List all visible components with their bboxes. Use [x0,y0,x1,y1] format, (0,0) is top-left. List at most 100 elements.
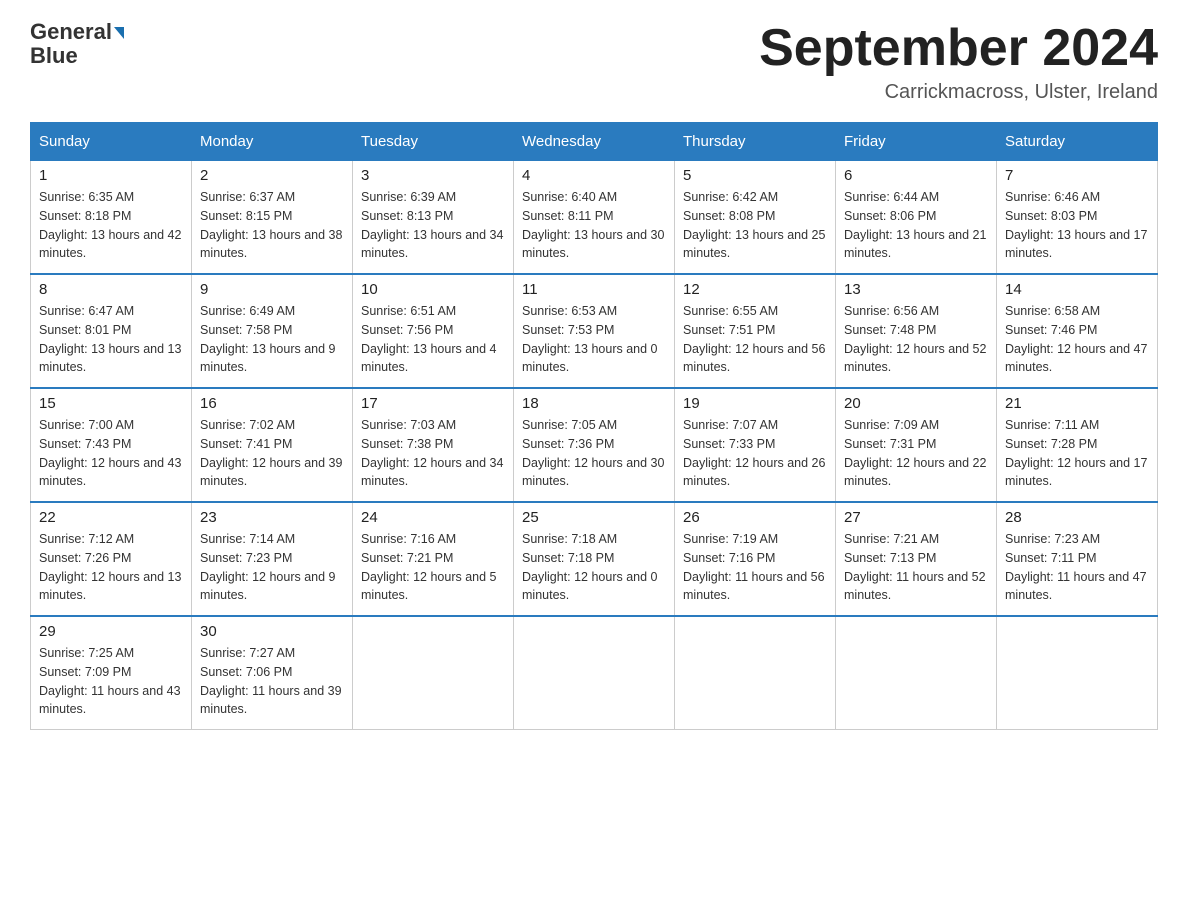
table-row: 20 Sunrise: 7:09 AM Sunset: 7:31 PM Dayl… [836,388,997,502]
col-friday: Friday [836,123,997,161]
day-number: 27 [844,509,988,526]
calendar-week-row: 8 Sunrise: 6:47 AM Sunset: 8:01 PM Dayli… [31,274,1158,388]
day-number: 8 [39,281,183,298]
table-row: 3 Sunrise: 6:39 AM Sunset: 8:13 PM Dayli… [353,161,514,275]
day-number: 16 [200,395,344,412]
table-row [836,616,997,730]
day-info: Sunrise: 6:58 AM Sunset: 7:46 PM Dayligh… [1005,302,1149,377]
logo-text-blue: Blue [30,43,78,68]
day-info: Sunrise: 7:05 AM Sunset: 7:36 PM Dayligh… [522,416,666,491]
table-row: 1 Sunrise: 6:35 AM Sunset: 8:18 PM Dayli… [31,161,192,275]
calendar-table: Sunday Monday Tuesday Wednesday Thursday… [30,122,1158,730]
day-number: 25 [522,509,666,526]
day-info: Sunrise: 7:07 AM Sunset: 7:33 PM Dayligh… [683,416,827,491]
day-info: Sunrise: 6:47 AM Sunset: 8:01 PM Dayligh… [39,302,183,377]
table-row: 9 Sunrise: 6:49 AM Sunset: 7:58 PM Dayli… [192,274,353,388]
page-header: General Blue September 2024 Carrickmacro… [30,20,1158,104]
day-number: 15 [39,395,183,412]
day-info: Sunrise: 7:00 AM Sunset: 7:43 PM Dayligh… [39,416,183,491]
calendar-week-row: 29 Sunrise: 7:25 AM Sunset: 7:09 PM Dayl… [31,616,1158,730]
day-info: Sunrise: 6:44 AM Sunset: 8:06 PM Dayligh… [844,188,988,263]
table-row: 12 Sunrise: 6:55 AM Sunset: 7:51 PM Dayl… [675,274,836,388]
table-row: 2 Sunrise: 6:37 AM Sunset: 8:15 PM Dayli… [192,161,353,275]
table-row [997,616,1158,730]
table-row: 22 Sunrise: 7:12 AM Sunset: 7:26 PM Dayl… [31,502,192,616]
day-number: 24 [361,509,505,526]
table-row: 27 Sunrise: 7:21 AM Sunset: 7:13 PM Dayl… [836,502,997,616]
day-number: 23 [200,509,344,526]
day-number: 6 [844,167,988,184]
day-info: Sunrise: 7:18 AM Sunset: 7:18 PM Dayligh… [522,530,666,605]
col-monday: Monday [192,123,353,161]
day-number: 10 [361,281,505,298]
table-row: 14 Sunrise: 6:58 AM Sunset: 7:46 PM Dayl… [997,274,1158,388]
day-info: Sunrise: 7:14 AM Sunset: 7:23 PM Dayligh… [200,530,344,605]
table-row: 18 Sunrise: 7:05 AM Sunset: 7:36 PM Dayl… [514,388,675,502]
table-row: 7 Sunrise: 6:46 AM Sunset: 8:03 PM Dayli… [997,161,1158,275]
table-row: 10 Sunrise: 6:51 AM Sunset: 7:56 PM Dayl… [353,274,514,388]
day-info: Sunrise: 7:09 AM Sunset: 7:31 PM Dayligh… [844,416,988,491]
day-number: 26 [683,509,827,526]
logo-text-general: General [30,20,124,44]
day-number: 19 [683,395,827,412]
day-number: 14 [1005,281,1149,298]
table-row [514,616,675,730]
day-info: Sunrise: 6:39 AM Sunset: 8:13 PM Dayligh… [361,188,505,263]
day-number: 3 [361,167,505,184]
day-number: 21 [1005,395,1149,412]
day-number: 13 [844,281,988,298]
col-thursday: Thursday [675,123,836,161]
day-number: 22 [39,509,183,526]
calendar-week-row: 22 Sunrise: 7:12 AM Sunset: 7:26 PM Dayl… [31,502,1158,616]
col-wednesday: Wednesday [514,123,675,161]
day-info: Sunrise: 7:12 AM Sunset: 7:26 PM Dayligh… [39,530,183,605]
day-info: Sunrise: 6:55 AM Sunset: 7:51 PM Dayligh… [683,302,827,377]
calendar-header-row: Sunday Monday Tuesday Wednesday Thursday… [31,123,1158,161]
day-info: Sunrise: 7:21 AM Sunset: 7:13 PM Dayligh… [844,530,988,605]
day-info: Sunrise: 7:03 AM Sunset: 7:38 PM Dayligh… [361,416,505,491]
table-row [675,616,836,730]
table-row: 23 Sunrise: 7:14 AM Sunset: 7:23 PM Dayl… [192,502,353,616]
day-info: Sunrise: 6:37 AM Sunset: 8:15 PM Dayligh… [200,188,344,263]
col-tuesday: Tuesday [353,123,514,161]
table-row: 8 Sunrise: 6:47 AM Sunset: 8:01 PM Dayli… [31,274,192,388]
table-row: 11 Sunrise: 6:53 AM Sunset: 7:53 PM Dayl… [514,274,675,388]
day-info: Sunrise: 6:35 AM Sunset: 8:18 PM Dayligh… [39,188,183,263]
day-number: 11 [522,281,666,298]
table-row [353,616,514,730]
month-title: September 2024 [759,20,1158,77]
day-info: Sunrise: 7:19 AM Sunset: 7:16 PM Dayligh… [683,530,827,605]
day-number: 29 [39,623,183,640]
day-number: 7 [1005,167,1149,184]
day-number: 18 [522,395,666,412]
day-info: Sunrise: 7:23 AM Sunset: 7:11 PM Dayligh… [1005,530,1149,605]
logo: General Blue [30,20,124,68]
col-saturday: Saturday [997,123,1158,161]
table-row: 19 Sunrise: 7:07 AM Sunset: 7:33 PM Dayl… [675,388,836,502]
table-row: 24 Sunrise: 7:16 AM Sunset: 7:21 PM Dayl… [353,502,514,616]
day-number: 5 [683,167,827,184]
day-number: 30 [200,623,344,640]
col-sunday: Sunday [31,123,192,161]
table-row: 15 Sunrise: 7:00 AM Sunset: 7:43 PM Dayl… [31,388,192,502]
day-info: Sunrise: 6:56 AM Sunset: 7:48 PM Dayligh… [844,302,988,377]
day-info: Sunrise: 7:11 AM Sunset: 7:28 PM Dayligh… [1005,416,1149,491]
day-info: Sunrise: 6:53 AM Sunset: 7:53 PM Dayligh… [522,302,666,377]
day-info: Sunrise: 7:25 AM Sunset: 7:09 PM Dayligh… [39,644,183,719]
day-number: 28 [1005,509,1149,526]
calendar-week-row: 15 Sunrise: 7:00 AM Sunset: 7:43 PM Dayl… [31,388,1158,502]
day-info: Sunrise: 6:51 AM Sunset: 7:56 PM Dayligh… [361,302,505,377]
location-subtitle: Carrickmacross, Ulster, Ireland [759,81,1158,104]
day-info: Sunrise: 6:42 AM Sunset: 8:08 PM Dayligh… [683,188,827,263]
table-row: 30 Sunrise: 7:27 AM Sunset: 7:06 PM Dayl… [192,616,353,730]
day-info: Sunrise: 7:16 AM Sunset: 7:21 PM Dayligh… [361,530,505,605]
table-row: 25 Sunrise: 7:18 AM Sunset: 7:18 PM Dayl… [514,502,675,616]
day-info: Sunrise: 7:27 AM Sunset: 7:06 PM Dayligh… [200,644,344,719]
table-row: 4 Sunrise: 6:40 AM Sunset: 8:11 PM Dayli… [514,161,675,275]
table-row: 29 Sunrise: 7:25 AM Sunset: 7:09 PM Dayl… [31,616,192,730]
table-row: 26 Sunrise: 7:19 AM Sunset: 7:16 PM Dayl… [675,502,836,616]
day-info: Sunrise: 7:02 AM Sunset: 7:41 PM Dayligh… [200,416,344,491]
table-row: 16 Sunrise: 7:02 AM Sunset: 7:41 PM Dayl… [192,388,353,502]
calendar-week-row: 1 Sunrise: 6:35 AM Sunset: 8:18 PM Dayli… [31,161,1158,275]
table-row: 5 Sunrise: 6:42 AM Sunset: 8:08 PM Dayli… [675,161,836,275]
